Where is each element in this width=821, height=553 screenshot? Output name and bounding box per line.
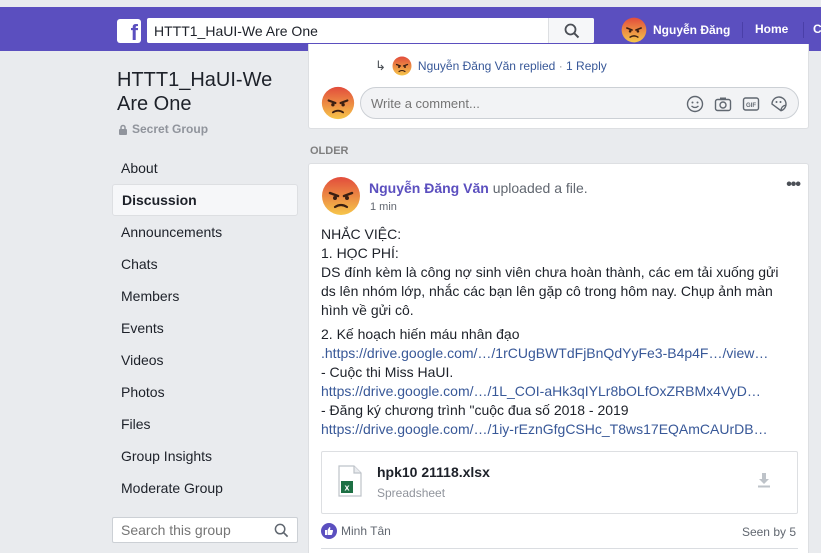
avatar: [392, 56, 412, 76]
post-action: uploaded a file.: [492, 180, 588, 196]
user-name: Nguyễn Đăng: [653, 23, 731, 37]
nav-about[interactable]: About: [112, 152, 298, 184]
camera-icon[interactable]: [714, 95, 732, 113]
avatar[interactable]: [321, 176, 361, 216]
svg-text:x: x: [344, 483, 349, 493]
emoji-icon[interactable]: [686, 95, 704, 113]
post-link[interactable]: .https://drive.google.com/…/1rCUgBWTdFjB…: [321, 344, 776, 363]
post-author-name[interactable]: Nguyễn Đăng Văn: [369, 180, 489, 196]
reply-author[interactable]: Nguyễn Đăng Văn: [418, 59, 516, 73]
group-search-input[interactable]: [113, 518, 263, 542]
download-icon[interactable]: [757, 472, 771, 488]
nav-events[interactable]: Events: [112, 312, 298, 344]
post-line: DS đính kèm là công nợ sinh viên chưa ho…: [321, 264, 779, 318]
post-line: - Cuộc thi Miss HaUI.: [321, 364, 454, 380]
excel-file-icon: x: [338, 465, 362, 497]
seen-by[interactable]: Seen by 5: [742, 525, 796, 539]
post-timestamp[interactable]: 1 min: [370, 201, 397, 213]
liker-name: Minh Tân: [341, 524, 391, 538]
lock-icon: [119, 124, 127, 135]
nav-moderate-group[interactable]: Moderate Group: [112, 472, 298, 504]
nav-announcements[interactable]: Announcements: [112, 216, 298, 248]
post-body: NHẮC VIỆC: 1. HỌC PHÍ: DS đính kèm là cô…: [321, 225, 791, 439]
nav-files[interactable]: Files: [112, 408, 298, 440]
group-search: [112, 517, 298, 543]
post-line: - Đăng ký chương trình "cuộc đua số 2018…: [321, 402, 629, 418]
comment-composer: GIF: [360, 87, 799, 119]
home-link[interactable]: Home: [755, 22, 788, 36]
post-card: Nguyễn Đăng Văn uploaded a file. 1 min •…: [308, 163, 809, 553]
group-nav: About Discussion Announcements Chats Mem…: [112, 152, 298, 504]
more-options-icon[interactable]: •••: [786, 176, 801, 194]
previous-post-card: ↳ Nguyễn Đăng Văn replied · 1 Reply Writ…: [308, 44, 809, 129]
post-link[interactable]: https://drive.google.com/…/1iy-rEznGfgCS…: [321, 420, 776, 439]
post-link[interactable]: https://drive.google.com/…/1L_COI-aHk3qI…: [321, 382, 776, 401]
post-line: 2. Kế hoạch hiến máu nhân đạo: [321, 326, 520, 342]
nav-photos[interactable]: Photos: [112, 376, 298, 408]
file-attachment[interactable]: x hpk10 21118.xlsx Spreadsheet: [321, 451, 798, 514]
post-header: Nguyễn Đăng Văn uploaded a file.: [369, 180, 588, 196]
profile-link[interactable]: Nguyễn Đăng: [621, 17, 730, 43]
search-button[interactable]: [548, 18, 594, 43]
file-type: Spreadsheet: [377, 486, 446, 500]
post-line: 1. HỌC PHÍ:: [321, 245, 399, 261]
global-search: [147, 18, 594, 43]
create-link[interactable]: C: [813, 22, 821, 36]
avatar: [621, 17, 647, 43]
nav-chats[interactable]: Chats: [112, 248, 298, 280]
comment-input[interactable]: [361, 88, 671, 118]
search-icon[interactable]: [274, 523, 289, 538]
nav-discussion[interactable]: Discussion: [112, 184, 298, 216]
nav-members[interactable]: Members: [112, 280, 298, 312]
section-label: OLDER: [310, 145, 349, 157]
group-privacy: Secret Group: [118, 122, 208, 136]
nav-group-insights[interactable]: Group Insights: [112, 440, 298, 472]
privacy-label: Secret Group: [132, 122, 209, 136]
divider: [803, 22, 804, 38]
file-name[interactable]: hpk10 21118.xlsx: [377, 464, 490, 480]
divider: [321, 548, 798, 549]
avatar: [321, 86, 355, 120]
window-top-strip: [0, 0, 821, 7]
nav-videos[interactable]: Videos: [112, 344, 298, 376]
gif-icon[interactable]: GIF: [742, 95, 760, 113]
divider: [742, 22, 743, 38]
svg-text:GIF: GIF: [746, 103, 756, 109]
global-search-input[interactable]: [147, 18, 557, 43]
facebook-f-icon[interactable]: f: [117, 19, 141, 43]
search-icon: [564, 23, 580, 39]
reactions-summary[interactable]: Minh Tân: [321, 523, 391, 539]
like-icon: [321, 523, 337, 539]
group-title[interactable]: HTTT1_HaUI-We Are One: [117, 68, 297, 116]
reply-arrow-icon: ↳: [375, 58, 386, 73]
separator: ·: [558, 59, 563, 73]
reply-count[interactable]: 1 Reply: [566, 59, 607, 73]
reply-summary[interactable]: ↳ Nguyễn Đăng Văn replied · 1 Reply: [375, 56, 607, 76]
sticker-icon[interactable]: [770, 95, 788, 113]
reply-action: replied: [519, 59, 556, 73]
post-line: NHẮC VIỆC:: [321, 226, 402, 242]
